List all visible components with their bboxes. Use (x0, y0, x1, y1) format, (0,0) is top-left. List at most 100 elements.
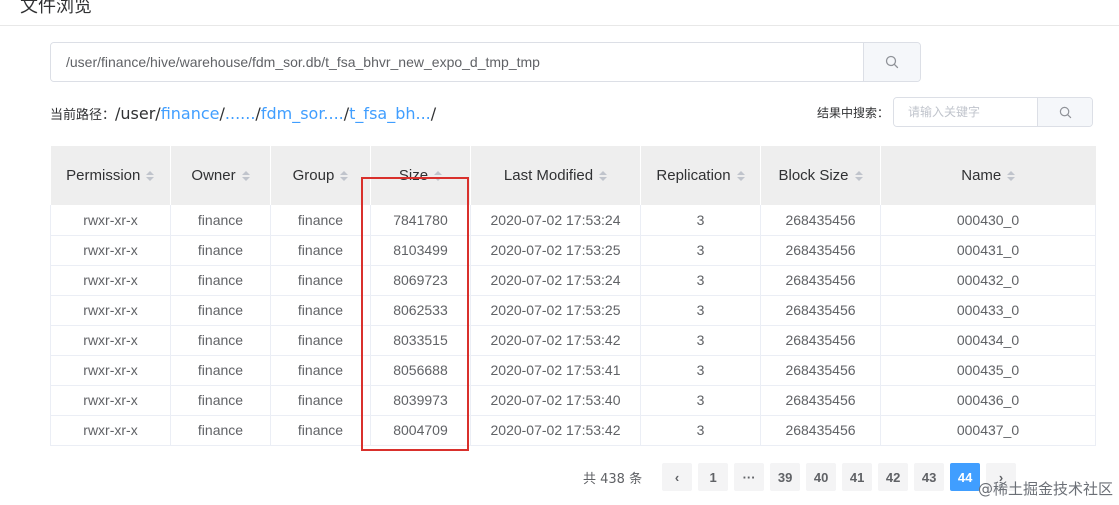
breadcrumb-link-ellipsis[interactable]: ...... (225, 104, 256, 123)
column-header-label: Replication (656, 167, 731, 184)
sort-icon[interactable] (736, 170, 745, 181)
sort-icon[interactable] (854, 170, 863, 181)
pager-page-43[interactable]: 43 (914, 463, 945, 491)
table-cell-owner: finance (170, 295, 271, 326)
path-input[interactable] (51, 43, 863, 81)
table-cell-block-size: 268435456 (760, 325, 881, 356)
table-cell-name: 000433_0 (880, 295, 1096, 326)
sort-descending-icon[interactable] (1007, 176, 1016, 181)
sort-ascending-icon[interactable] (241, 170, 250, 175)
table-row[interactable]: rwxr-xr-x finance finance 8056688 2020-07-02… (50, 355, 1096, 386)
table-body: rwxr-xr-x finance finance 7841780 2020-07-02… (50, 205, 1096, 446)
column-header-size[interactable]: Size (370, 146, 471, 205)
column-header-block-size[interactable]: Block Size (760, 146, 881, 205)
table-cell-group: finance (270, 385, 371, 416)
breadcrumb-prefix: 当前路径： (50, 108, 116, 123)
table-cell-size: 7841780 (370, 205, 471, 236)
breadcrumb-separator: / (430, 104, 437, 123)
sort-ascending-icon[interactable] (340, 170, 349, 175)
sort-ascending-icon[interactable] (736, 170, 745, 175)
table-cell-permission: rwxr-xr-x (50, 265, 171, 296)
table-row[interactable]: rwxr-xr-x finance finance 8033515 2020-07-02… (50, 325, 1096, 356)
column-header-label: Group (292, 167, 335, 184)
table-cell-owner: finance (170, 205, 271, 236)
table-cell-replication: 3 (640, 265, 761, 296)
breadcrumb-link-finance[interactable]: finance (161, 104, 220, 123)
table-row[interactable]: rwxr-xr-x finance finance 8103499 2020-07-02… (50, 235, 1096, 266)
table-cell-replication: 3 (640, 415, 761, 446)
sort-ascending-icon[interactable] (599, 170, 608, 175)
column-header-permission[interactable]: Permission (50, 146, 171, 205)
table-cell-permission: rwxr-xr-x (50, 325, 171, 356)
table-row[interactable]: rwxr-xr-x finance finance 7841780 2020-07-02… (50, 205, 1096, 236)
path-search-bar (50, 42, 921, 82)
sort-icon[interactable] (434, 170, 443, 181)
table-cell-owner: finance (170, 325, 271, 356)
table-cell-replication: 3 (640, 385, 761, 416)
table-row[interactable]: rwxr-xr-x finance finance 8062533 2020-07-02… (50, 295, 1096, 326)
table-cell-permission: rwxr-xr-x (50, 295, 171, 326)
table-cell-block-size: 268435456 (760, 205, 881, 236)
sort-icon[interactable] (599, 170, 608, 181)
column-header-label: Name (961, 167, 1002, 184)
sort-ascending-icon[interactable] (434, 170, 443, 175)
table-row[interactable]: rwxr-xr-x finance finance 8039973 2020-07-02… (50, 385, 1096, 416)
column-header-group[interactable]: Group (270, 146, 371, 205)
table-cell-permission: rwxr-xr-x (50, 355, 171, 386)
column-header-inner: Name (961, 167, 1016, 184)
pager-page-1[interactable]: 1 (698, 463, 729, 491)
pager-more-button[interactable]: ··· (734, 463, 765, 491)
table-row[interactable]: rwxr-xr-x finance finance 8069723 2020-07-02… (50, 265, 1096, 296)
sort-icon[interactable] (146, 170, 155, 181)
column-header-name[interactable]: Name (880, 146, 1096, 205)
sort-descending-icon[interactable] (434, 176, 443, 181)
table-cell-size: 8039973 (370, 385, 471, 416)
column-header-label: Last Modified (503, 167, 594, 184)
column-header-last-modified[interactable]: Last Modified (470, 146, 641, 205)
sort-descending-icon[interactable] (146, 176, 155, 181)
result-search-label: 结果中搜索： (817, 105, 890, 120)
table-row[interactable]: rwxr-xr-x finance finance 8004709 2020-07-02… (50, 415, 1096, 446)
breadcrumb-link-t-fsa-bh[interactable]: t_fsa_bh... (349, 104, 431, 123)
pager-page-44[interactable]: 44 (950, 463, 981, 491)
column-header-inner: Owner (191, 167, 250, 184)
search-icon (1059, 106, 1071, 118)
table-cell-replication: 3 (640, 295, 761, 326)
column-header-owner[interactable]: Owner (170, 146, 271, 205)
table-cell-name: 000434_0 (880, 325, 1096, 356)
sort-ascending-icon[interactable] (146, 170, 155, 175)
result-search-button[interactable] (1037, 98, 1093, 126)
sort-descending-icon[interactable] (854, 176, 863, 181)
pager-page-41[interactable]: 41 (842, 463, 873, 491)
sort-descending-icon[interactable] (241, 176, 250, 181)
sort-icon[interactable] (340, 170, 349, 181)
pager-page-42[interactable]: 42 (878, 463, 909, 491)
breadcrumb-link-fdm-sor[interactable]: fdm_sor.... (261, 104, 344, 123)
table-cell-group: finance (270, 235, 371, 266)
column-header-label: Permission (66, 167, 141, 184)
sort-descending-icon[interactable] (599, 176, 608, 181)
table-cell-last-modified: 2020-07-02 17:53:24 (470, 265, 641, 296)
column-header-inner: Size (399, 167, 443, 184)
table-cell-last-modified: 2020-07-02 17:53:25 (470, 235, 641, 266)
table-cell-block-size: 268435456 (760, 295, 881, 326)
sort-ascending-icon[interactable] (854, 170, 863, 175)
pager-page-40[interactable]: 40 (806, 463, 837, 491)
pager-prev-button[interactable]: ‹ (662, 463, 693, 491)
column-header-replication[interactable]: Replication (640, 146, 761, 205)
table-cell-name: 000437_0 (880, 415, 1096, 446)
table-cell-size: 8062533 (370, 295, 471, 326)
sort-descending-icon[interactable] (340, 176, 349, 181)
pager-page-39[interactable]: 39 (770, 463, 801, 491)
sort-descending-icon[interactable] (736, 176, 745, 181)
table-cell-replication: 3 (640, 235, 761, 266)
table-cell-group: finance (270, 325, 371, 356)
table-cell-block-size: 268435456 (760, 235, 881, 266)
path-search-button[interactable] (863, 43, 920, 81)
table-cell-last-modified: 2020-07-02 17:53:40 (470, 385, 641, 416)
result-search-input[interactable] (894, 98, 1038, 126)
sort-icon[interactable] (1007, 170, 1016, 181)
sort-ascending-icon[interactable] (1007, 170, 1016, 175)
table-cell-last-modified: 2020-07-02 17:53:25 (470, 295, 641, 326)
sort-icon[interactable] (241, 170, 250, 181)
